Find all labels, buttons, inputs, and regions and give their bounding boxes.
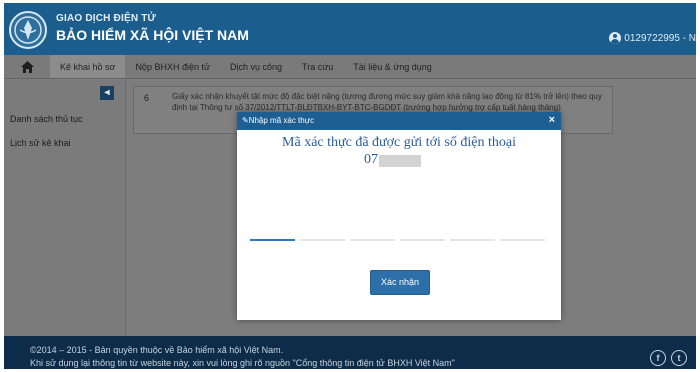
brand-subtitle: GIAO DỊCH ĐIỆN TỬ — [56, 13, 157, 24]
user-icon — [609, 32, 622, 44]
brand-title[interactable]: BẢO HIỂM XÃ HỘI VIỆT NAM — [56, 27, 249, 43]
nav-tai-lieu-ung-dung[interactable]: Tài liệu & ứng dụng — [343, 55, 442, 78]
dialog-title-text: Nhập mã xác thực — [248, 116, 315, 125]
row-number: 6 — [144, 93, 150, 103]
source-notice: Khi sử dụng lại thông tin từ website này… — [30, 358, 455, 368]
otp-digit-4[interactable] — [400, 239, 445, 241]
otp-digit-3[interactable] — [350, 239, 395, 241]
bhxh-logo-icon[interactable] — [9, 11, 47, 49]
otp-digit-1[interactable] — [250, 239, 295, 241]
home-icon — [20, 60, 34, 73]
nav-nop-bhxh-dien-tu[interactable]: Nộp BHXH điện tử — [125, 55, 220, 78]
otp-digit-5[interactable] — [450, 239, 495, 241]
site-header: GIAO DỊCH ĐIỆN TỬ BẢO HIỂM XÃ HỘI VIỆT N… — [4, 3, 696, 55]
edit-icon: ✎ — [242, 116, 249, 125]
sidebar: ◂ Danh sách thủ tục Lịch sử kê khai — [4, 80, 126, 336]
otp-digit-6[interactable] — [500, 239, 545, 241]
dialog-title: ✎Nhập mã xác thực — [242, 116, 314, 125]
account-menu[interactable]: 0129722995 - N — [609, 32, 696, 44]
sidebar-item-danh-sach-thu-tuc[interactable]: Danh sách thủ tục — [10, 114, 83, 124]
confirm-button[interactable]: Xác nhận — [370, 270, 430, 295]
phone-number-prefix: 07 — [364, 152, 378, 167]
sidebar-item-lich-su-ke-khai[interactable]: Lịch sử kê khai — [10, 138, 71, 148]
facebook-icon[interactable]: f — [650, 350, 666, 366]
nav-tra-cuu[interactable]: Tra cứu — [292, 55, 343, 78]
phone-number-redaction — [379, 155, 421, 167]
dialog-header: ✎Nhập mã xác thực × — [237, 112, 561, 130]
main-nav: Kê khai hồ sơ Nộp BHXH điện tử Dịch vụ c… — [4, 55, 696, 79]
home-button[interactable] — [4, 55, 50, 78]
collapse-icon[interactable]: ◂ — [100, 86, 114, 100]
twitter-icon[interactable]: t — [671, 350, 687, 366]
account-id: 0129722995 - N — [624, 32, 696, 44]
close-icon[interactable]: × — [549, 114, 555, 126]
row-description: Giấy xác nhận khuyết tật mức độ đặc biệt… — [172, 92, 602, 112]
site-footer: ©2014 – 2015 - Bản quyền thuộc về Bảo hi… — [4, 336, 696, 369]
nav-ke-khai-ho-so[interactable]: Kê khai hồ sơ — [50, 55, 126, 78]
logo-mark — [14, 16, 42, 44]
otp-sent-message: Mã xác thực đã được gửi tới số điện thoạ… — [282, 135, 516, 150]
otp-digit-2[interactable] — [300, 239, 345, 241]
copyright-text: ©2014 – 2015 - Bản quyền thuộc về Bảo hi… — [30, 345, 284, 355]
nav-dich-vu-cong[interactable]: Dịch vụ công — [220, 55, 292, 78]
otp-dialog: ✎Nhập mã xác thực × Mã xác thực đã được … — [237, 112, 561, 320]
